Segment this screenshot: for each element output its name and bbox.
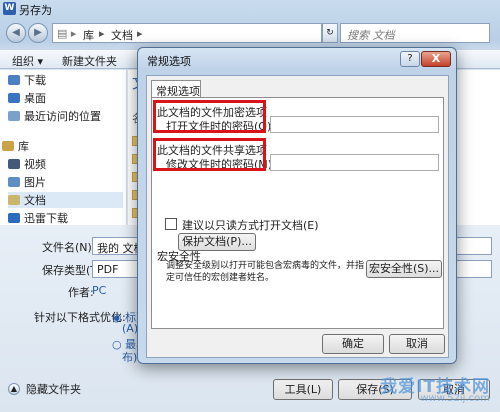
author-value[interactable]: PC xyxy=(92,284,106,297)
open-password-field[interactable] xyxy=(270,116,439,133)
readonly-recommend-label: 建议以只读方式打开文档(E) xyxy=(182,219,319,232)
sidebar-item-library[interactable]: 库 xyxy=(2,138,29,154)
video-icon xyxy=(8,159,20,169)
highlight-box-share xyxy=(153,138,266,171)
dialog-cancel-button[interactable]: 取消 xyxy=(389,334,445,354)
desktop-icon xyxy=(8,93,20,103)
new-folder-button[interactable]: 新建文件夹 xyxy=(62,53,117,69)
dialog-title: 常规选项 xyxy=(147,55,191,68)
dialog-body: 常规选项 此文档的文件加密选项 打开文件时的密码(O): 此文档的文件共享选项 … xyxy=(146,75,449,358)
sidebar-item-pictures[interactable]: 图片 xyxy=(8,174,46,190)
download-icon xyxy=(8,75,20,85)
documents-icon xyxy=(8,195,20,205)
sidebar-item-documents[interactable]: 文档 xyxy=(8,192,123,208)
navigation-row: ◀ ▶ ▤ ▸ 库 ▸ 文档 ▸ ↻ 搜索 文档 xyxy=(0,20,500,46)
organize-button[interactable]: 组织 ▾ xyxy=(12,53,43,69)
window-title: 另存为 xyxy=(19,4,52,17)
navigation-sidebar: 下载 桌面 最近访问的位置 库 视频 图片 文档 迅雷下载 xyxy=(0,70,127,225)
sidebar-item-xunlei[interactable]: 迅雷下载 xyxy=(8,210,68,226)
breadcrumb-separator-icon: ▸ xyxy=(137,27,143,40)
refresh-icon[interactable]: ↻ xyxy=(322,23,338,43)
library-icon xyxy=(2,141,14,151)
recent-places-icon xyxy=(8,111,20,121)
macro-security-button[interactable]: 宏安全性(S)... xyxy=(366,260,442,278)
breadcrumb-separator-icon: ▸ xyxy=(99,27,105,40)
pictures-icon xyxy=(8,177,20,187)
help-icon[interactable]: ? xyxy=(400,51,420,67)
tab-general-options[interactable]: 常规选项 xyxy=(151,80,201,98)
watermark-url: www.52ij.com xyxy=(420,393,490,404)
watermark: 我爱IT技术网 www.52ij.com xyxy=(320,368,500,412)
chevron-up-icon: ▲ xyxy=(8,383,20,395)
macro-security-description: 调整安全级别以打开可能包含宏病毒的文件，并指定可信任的宏创建者姓名。 xyxy=(166,261,365,283)
forward-icon[interactable]: ▶ xyxy=(28,23,48,43)
folder-icon: ▤ ▸ xyxy=(57,27,77,40)
highlight-box-encrypt xyxy=(153,100,266,133)
sidebar-item-video[interactable]: 视频 xyxy=(8,156,46,172)
author-label: 作者: xyxy=(68,286,94,299)
hide-folders-toggle[interactable]: ▲ 隐藏文件夹 xyxy=(8,381,81,397)
address-bar[interactable]: ▤ ▸ 库 ▸ 文档 ▸ xyxy=(52,23,322,43)
modify-password-field[interactable] xyxy=(270,154,439,171)
sidebar-item-downloads[interactable]: 下载 xyxy=(8,72,46,88)
sidebar-item-recent-places[interactable]: 最近访问的位置 xyxy=(8,108,101,124)
option-standard-sub: (A) xyxy=(122,322,139,335)
general-options-dialog: 常规选项 ? X 常规选项 此文档的文件加密选项 打开文件时的密码(O): 此文… xyxy=(137,47,457,364)
sidebar-item-desktop[interactable]: 桌面 xyxy=(8,90,46,106)
filename-label: 文件名(N): xyxy=(42,241,96,254)
title-bar: W 另存为 xyxy=(0,0,500,18)
breadcrumb-library[interactable]: 库 xyxy=(83,27,94,43)
close-icon[interactable]: X xyxy=(421,51,451,67)
search-input[interactable]: 搜索 文档 xyxy=(340,23,490,43)
xunlei-icon xyxy=(8,213,20,223)
readonly-recommend-checkbox[interactable] xyxy=(165,218,177,230)
ok-button[interactable]: 确定 xyxy=(322,334,384,354)
back-icon[interactable]: ◀ xyxy=(6,23,26,43)
breadcrumb-documents[interactable]: 文档 xyxy=(111,27,133,43)
word-app-icon: W xyxy=(3,2,16,15)
tab-panel: 此文档的文件加密选项 打开文件时的密码(O): 此文档的文件共享选项 修改文件时… xyxy=(151,97,444,329)
